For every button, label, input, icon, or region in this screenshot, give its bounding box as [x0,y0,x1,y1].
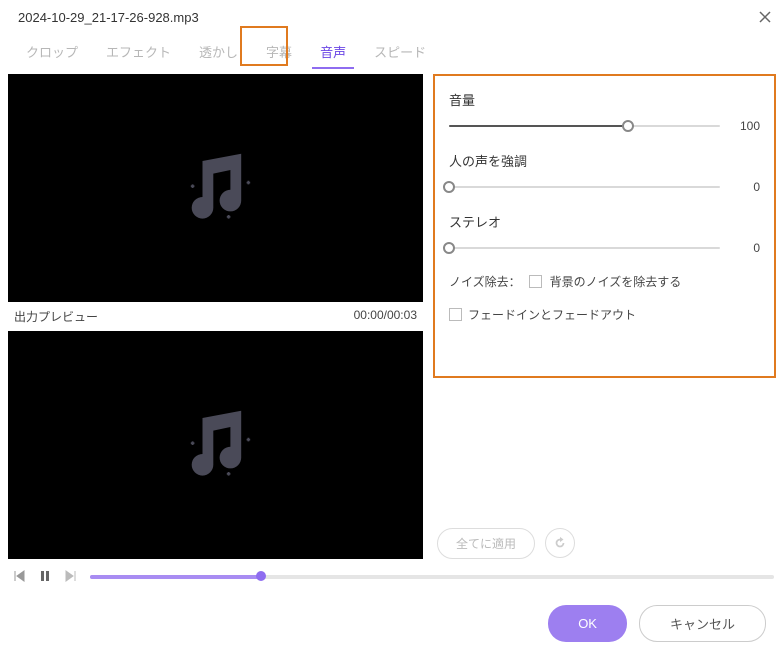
music-note-icon [171,143,261,233]
window-title: 2024-10-29_21-17-26-928.mp3 [18,10,199,25]
fade-checkbox[interactable] [449,308,462,321]
noise-removal-label: ノイズ除去： [449,273,521,290]
time-display: 00:00/00:03 [354,308,417,325]
voice-enhance-slider[interactable] [449,180,720,194]
tab-effect[interactable]: エフェクト [92,36,185,69]
preview-top [8,74,423,302]
tab-subtitle[interactable]: 字幕 [252,36,306,69]
voice-enhance-value: 0 [730,180,760,194]
audio-controls-panel: 音量 100 人の声を強調 0 ステレオ [433,74,776,378]
pause-button[interactable] [38,569,52,583]
noise-removal-checkbox[interactable] [529,275,542,288]
music-note-icon [171,400,261,490]
refresh-icon [553,536,567,550]
stereo-label: ステレオ [449,212,760,231]
volume-label: 音量 [449,90,760,109]
noise-removal-check-label: 背景のノイズを除去する [550,273,682,290]
tab-audio[interactable]: 音声 [306,36,360,69]
volume-slider[interactable] [449,119,720,133]
voice-enhance-label: 人の声を強調 [449,151,760,170]
stereo-value: 0 [730,241,760,255]
reset-button[interactable] [545,528,575,558]
cancel-button[interactable]: キャンセル [639,605,766,642]
stereo-slider[interactable] [449,241,720,255]
seek-slider[interactable] [90,571,774,581]
volume-value: 100 [730,119,760,133]
output-preview-label: 出力プレビュー [14,308,98,325]
ok-button[interactable]: OK [548,605,627,642]
tab-crop[interactable]: クロップ [12,36,92,69]
apply-all-button[interactable]: 全てに適用 [437,528,535,559]
preview-bottom [8,331,423,559]
prev-button[interactable] [12,569,26,583]
tab-watermark[interactable]: 透かし [185,36,252,69]
tab-speed[interactable]: スピード [360,36,440,69]
next-button[interactable] [64,569,78,583]
close-icon[interactable] [756,8,774,26]
fade-check-label: フェードインとフェードアウト [468,306,636,323]
